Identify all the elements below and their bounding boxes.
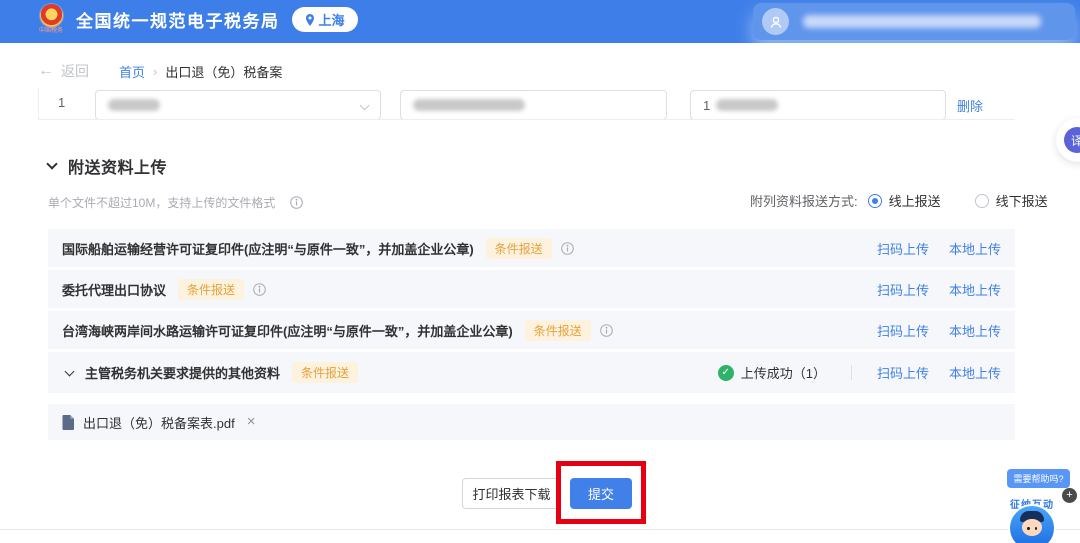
user-icon <box>769 15 783 29</box>
scan-upload-link[interactable]: 扫码上传 <box>877 363 929 382</box>
location-label: 上海 <box>319 10 345 29</box>
mascot-face <box>1022 519 1042 536</box>
table-row-divider <box>38 119 1015 120</box>
file-document-icon <box>62 415 75 430</box>
scan-upload-link[interactable]: 扫码上传 <box>877 239 929 258</box>
doc-name: 国际船舶运输经营许可证复印件(应注明“与原件一致”，并加盖企业公章) <box>62 239 474 258</box>
app-title: 全国统一规范电子税务局 <box>76 7 280 32</box>
etax-page: 中国税务 全国统一规范电子税务局 上海 ← 返回 首页 › 出口退（免）税备案 … <box>0 0 1080 543</box>
upload-row-other-materials: 主管税务机关要求提供的其他资料 条件报送 ✓ 上传成功（1） 扫码上传 本地上传 <box>48 352 1015 393</box>
doc-name: 主管税务机关要求提供的其他资料 <box>85 363 280 382</box>
success-check-icon: ✓ <box>718 365 734 381</box>
info-icon[interactable] <box>561 242 574 255</box>
location-pill[interactable]: 上海 <box>292 7 358 32</box>
uploaded-file-name[interactable]: 出口退（免）税备案表.pdf <box>83 413 235 432</box>
national-emblem-icon <box>40 4 63 27</box>
number-input-value-prefix: 1 <box>703 98 710 113</box>
number-input[interactable]: 1 <box>690 90 946 120</box>
upload-hint: 单个文件不超过10M，支持上传的文件格式 <box>48 194 303 211</box>
uploaded-file-row: 出口退（免）税备案表.pdf × <box>48 404 1015 440</box>
section-attachments-header[interactable]: 附送资料上传 <box>48 154 167 178</box>
upload-row-taiwan-strait-license: 台湾海峡两岸间水路运输许可证复印件(应注明“与原件一致”，并加盖企业公章) 条件… <box>48 311 1015 349</box>
upload-success-status: 上传成功（1） <box>741 363 826 382</box>
radio-online-selected[interactable] <box>868 194 882 208</box>
expand-plus-button[interactable]: + <box>1062 488 1077 503</box>
info-icon[interactable] <box>600 324 613 337</box>
translate-widget: 译 <box>1056 118 1080 162</box>
user-account-pill[interactable] <box>753 3 1075 40</box>
tax-emblem-logo: 中国税务 <box>36 4 66 35</box>
doc-name: 委托代理出口协议 <box>62 280 166 299</box>
expand-chevron-icon[interactable] <box>65 366 75 376</box>
emblem-caption: 中国税务 <box>39 28 63 35</box>
help-bubble[interactable]: 需要帮助吗? <box>1007 469 1070 488</box>
local-upload-link[interactable]: 本地上传 <box>949 239 1001 258</box>
row-index: 1 <box>58 95 65 110</box>
scan-upload-link[interactable]: 扫码上传 <box>877 280 929 299</box>
upload-row-ship-license: 国际船舶运输经营许可证复印件(应注明“与原件一致”，并加盖企业公章) 条件报送 … <box>48 229 1015 267</box>
submission-mode-label: 附列资料报送方式: <box>750 191 858 210</box>
back-button[interactable]: 返回 <box>61 61 89 81</box>
local-upload-link[interactable]: 本地上传 <box>949 363 1001 382</box>
local-upload-link[interactable]: 本地上传 <box>949 280 1001 299</box>
brand: 中国税务 全国统一规范电子税务局 上海 <box>36 4 358 35</box>
top-bar: 中国税务 全国统一规范电子税务局 上海 <box>0 0 1080 43</box>
print-report-download-button[interactable]: 打印报表下载 <box>462 478 561 509</box>
submit-button[interactable]: 提交 <box>570 478 632 509</box>
delete-row-link[interactable]: 删除 <box>957 96 983 115</box>
redacted-input-value <box>413 99 525 111</box>
user-name-redacted <box>803 15 1041 28</box>
section-title: 附送资料上传 <box>68 154 167 178</box>
conditional-badge: 条件报送 <box>525 320 591 341</box>
info-icon[interactable] <box>290 196 303 209</box>
radio-offline[interactable] <box>975 194 989 208</box>
translate-button[interactable]: 译 <box>1064 127 1080 153</box>
remove-file-icon[interactable]: × <box>247 415 256 429</box>
upload-hint-text: 单个文件不超过10M，支持上传的文件格式 <box>48 194 275 211</box>
breadcrumb-separator-icon: › <box>153 64 157 79</box>
location-pin-icon <box>305 14 315 26</box>
breadcrumb-home[interactable]: 首页 <box>119 62 145 81</box>
redacted-number-value <box>716 99 778 111</box>
chevron-down-icon <box>360 101 370 111</box>
submission-mode-group: 附列资料报送方式: 线上报送 线下报送 <box>750 191 1048 210</box>
detail-input[interactable] <box>400 90 667 120</box>
local-upload-link[interactable]: 本地上传 <box>949 321 1001 340</box>
redacted-select-value <box>108 99 160 111</box>
conditional-badge: 条件报送 <box>486 238 552 259</box>
info-icon[interactable] <box>253 283 266 296</box>
vertical-divider <box>851 365 852 380</box>
radio-online-label[interactable]: 线上报送 <box>889 191 941 210</box>
collapse-chevron-icon <box>46 158 57 169</box>
breadcrumb-current: 出口退（免）税备案 <box>165 62 282 81</box>
conditional-badge: 条件报送 <box>292 362 358 383</box>
breadcrumb: ← 返回 首页 › 出口退（免）税备案 <box>38 61 282 81</box>
scan-upload-link[interactable]: 扫码上传 <box>877 321 929 340</box>
back-arrow-icon[interactable]: ← <box>38 63 54 79</box>
radio-offline-label[interactable]: 线下报送 <box>996 191 1048 210</box>
page-bottom-border <box>0 529 1080 530</box>
type-select[interactable] <box>95 90 381 120</box>
avatar <box>762 8 789 35</box>
conditional-badge: 条件报送 <box>178 279 244 300</box>
table-left-border <box>38 88 39 119</box>
upload-row-agency-agreement: 委托代理出口协议 条件报送 扫码上传 本地上传 <box>48 270 1015 308</box>
doc-name: 台湾海峡两岸间水路运输许可证复印件(应注明“与原件一致”，并加盖企业公章) <box>62 321 513 340</box>
